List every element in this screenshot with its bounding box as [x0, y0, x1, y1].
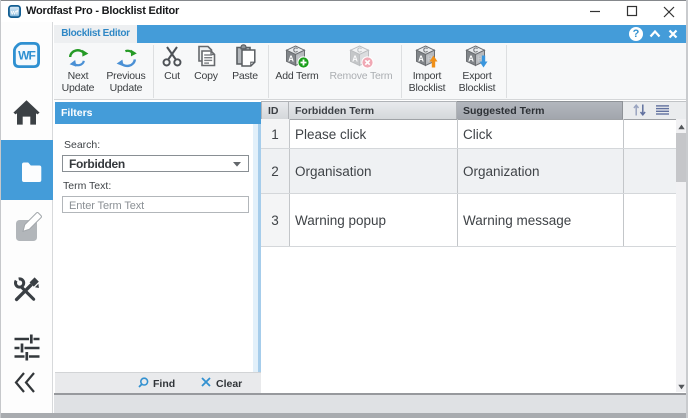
svg-text:C: C [423, 47, 428, 54]
svg-text:A: A [468, 55, 474, 64]
svg-text:WF: WF [18, 49, 35, 63]
svg-text:C: C [473, 47, 478, 54]
svg-text:C: C [357, 47, 362, 54]
svg-text:A: A [288, 55, 294, 64]
svg-text:wf: wf [10, 9, 19, 16]
svg-text:C: C [293, 47, 298, 54]
svg-text:A: A [352, 55, 358, 64]
svg-text:A: A [418, 55, 424, 64]
